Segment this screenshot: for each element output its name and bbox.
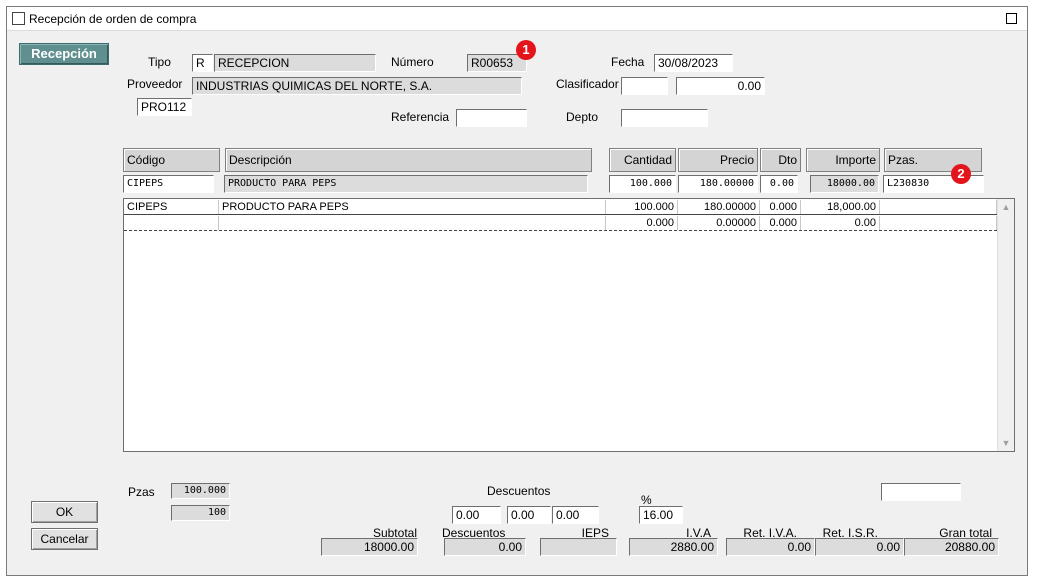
cell-dto: 0.000 bbox=[760, 216, 801, 230]
ret-iva-field: 0.00 bbox=[726, 538, 815, 556]
tipo-name-field: RECEPCION bbox=[214, 54, 376, 72]
cell-descripcion: PRODUCTO PARA PEPS bbox=[219, 200, 606, 214]
recepcion-button[interactable]: Recepción bbox=[19, 43, 109, 65]
referencia-field[interactable] bbox=[456, 109, 527, 127]
cell-dto: 0.000 bbox=[760, 200, 801, 214]
cell-precio: 0.00000 bbox=[678, 216, 760, 230]
items-grid[interactable]: CIPEPS PRODUCTO PARA PEPS 100.000 180.00… bbox=[123, 198, 1015, 452]
pzas-label: Pzas bbox=[128, 485, 155, 499]
column-header-dto[interactable]: Dto bbox=[760, 148, 801, 172]
scroll-up-icon[interactable]: ▲ bbox=[998, 199, 1014, 215]
cell-precio: 180.00000 bbox=[678, 200, 760, 214]
fecha-label: Fecha bbox=[611, 55, 645, 69]
descuentos-label: Descuentos bbox=[487, 484, 551, 498]
entry-cantidad-field[interactable]: 100.000 bbox=[609, 175, 676, 193]
iva-percent-field[interactable]: 16.00 bbox=[639, 506, 683, 524]
entry-dto-field[interactable]: 0.00 bbox=[760, 175, 798, 193]
clasificador-code-field[interactable] bbox=[621, 77, 668, 95]
window-title: Recepción de orden de compra bbox=[29, 12, 197, 26]
cell-importe: 18,000.00 bbox=[801, 200, 880, 214]
ieps-field bbox=[540, 538, 617, 556]
pzas-count-field: 100 bbox=[171, 505, 230, 521]
callout-badge-2: 2 bbox=[951, 164, 971, 184]
iva-field: 2880.00 bbox=[629, 538, 718, 556]
maximize-button[interactable] bbox=[1006, 13, 1017, 24]
descuentos-total-field: 0.00 bbox=[444, 538, 526, 556]
scroll-down-icon[interactable]: ▼ bbox=[998, 435, 1014, 451]
ret-isr-field: 0.00 bbox=[815, 538, 904, 556]
gran-total-field: 20880.00 bbox=[904, 538, 999, 556]
clasificador-value-field[interactable]: 0.00 bbox=[676, 77, 765, 95]
depto-field[interactable] bbox=[621, 109, 708, 127]
descuento-3-field[interactable]: 0.00 bbox=[552, 506, 599, 524]
pzas-total-field: 100.000 bbox=[171, 483, 230, 499]
cell-cantidad: 100.000 bbox=[606, 200, 678, 214]
ok-button[interactable]: OK bbox=[31, 501, 98, 523]
clasificador-label: Clasificador bbox=[556, 77, 619, 91]
table-row[interactable]: CIPEPS PRODUCTO PARA PEPS 100.000 180.00… bbox=[124, 200, 997, 215]
purchase-receipt-window: Recepción de orden de compra Recepción T… bbox=[6, 6, 1028, 576]
entry-importe-field: 18000.00 bbox=[810, 175, 879, 193]
column-header-importe[interactable]: Importe bbox=[806, 148, 880, 172]
fecha-field[interactable]: 30/08/2023 bbox=[654, 54, 733, 72]
cell-pzas bbox=[880, 200, 997, 214]
column-header-descripcion[interactable]: Descripción bbox=[225, 148, 592, 172]
entry-descripcion-field: PRODUCTO PARA PEPS bbox=[224, 175, 588, 193]
callout-badge-1: 1 bbox=[516, 40, 536, 60]
proveedor-label: Proveedor bbox=[127, 77, 183, 91]
column-header-codigo[interactable]: Código bbox=[123, 148, 220, 172]
table-row[interactable]: 0.000 0.00000 0.000 0.00 bbox=[124, 216, 997, 231]
proveedor-code-field[interactable]: PRO112 bbox=[137, 98, 192, 116]
column-header-cantidad[interactable]: Cantidad bbox=[609, 148, 676, 172]
window-icon bbox=[12, 12, 25, 25]
descuento-1-field[interactable]: 0.00 bbox=[452, 506, 501, 524]
percent-label: % bbox=[641, 493, 652, 507]
referencia-label: Referencia bbox=[391, 110, 450, 124]
title-bar: Recepción de orden de compra bbox=[7, 7, 1027, 31]
descuento-2-field[interactable]: 0.00 bbox=[507, 506, 551, 524]
column-header-precio[interactable]: Precio bbox=[678, 148, 758, 172]
cell-cantidad: 0.000 bbox=[606, 216, 678, 230]
entry-codigo-field[interactable]: CIPEPS bbox=[123, 175, 214, 193]
cell-codigo bbox=[124, 216, 219, 230]
vertical-scrollbar[interactable]: ▲ ▼ bbox=[997, 199, 1014, 451]
cell-descripcion bbox=[219, 216, 606, 230]
extra-field[interactable] bbox=[881, 483, 961, 501]
cell-codigo: CIPEPS bbox=[124, 200, 219, 214]
cell-importe: 0.00 bbox=[801, 216, 880, 230]
cancel-button[interactable]: Cancelar bbox=[31, 528, 98, 550]
proveedor-name-field: INDUSTRIAS QUIMICAS DEL NORTE, S.A. bbox=[192, 77, 522, 95]
numero-label: Número bbox=[391, 55, 434, 69]
subtotal-field: 18000.00 bbox=[321, 538, 418, 556]
tipo-label: Tipo bbox=[148, 55, 171, 69]
tipo-code-field[interactable]: R bbox=[192, 54, 213, 72]
entry-precio-field[interactable]: 180.00000 bbox=[678, 175, 758, 193]
depto-label: Depto bbox=[566, 110, 599, 124]
cell-pzas bbox=[880, 216, 997, 230]
